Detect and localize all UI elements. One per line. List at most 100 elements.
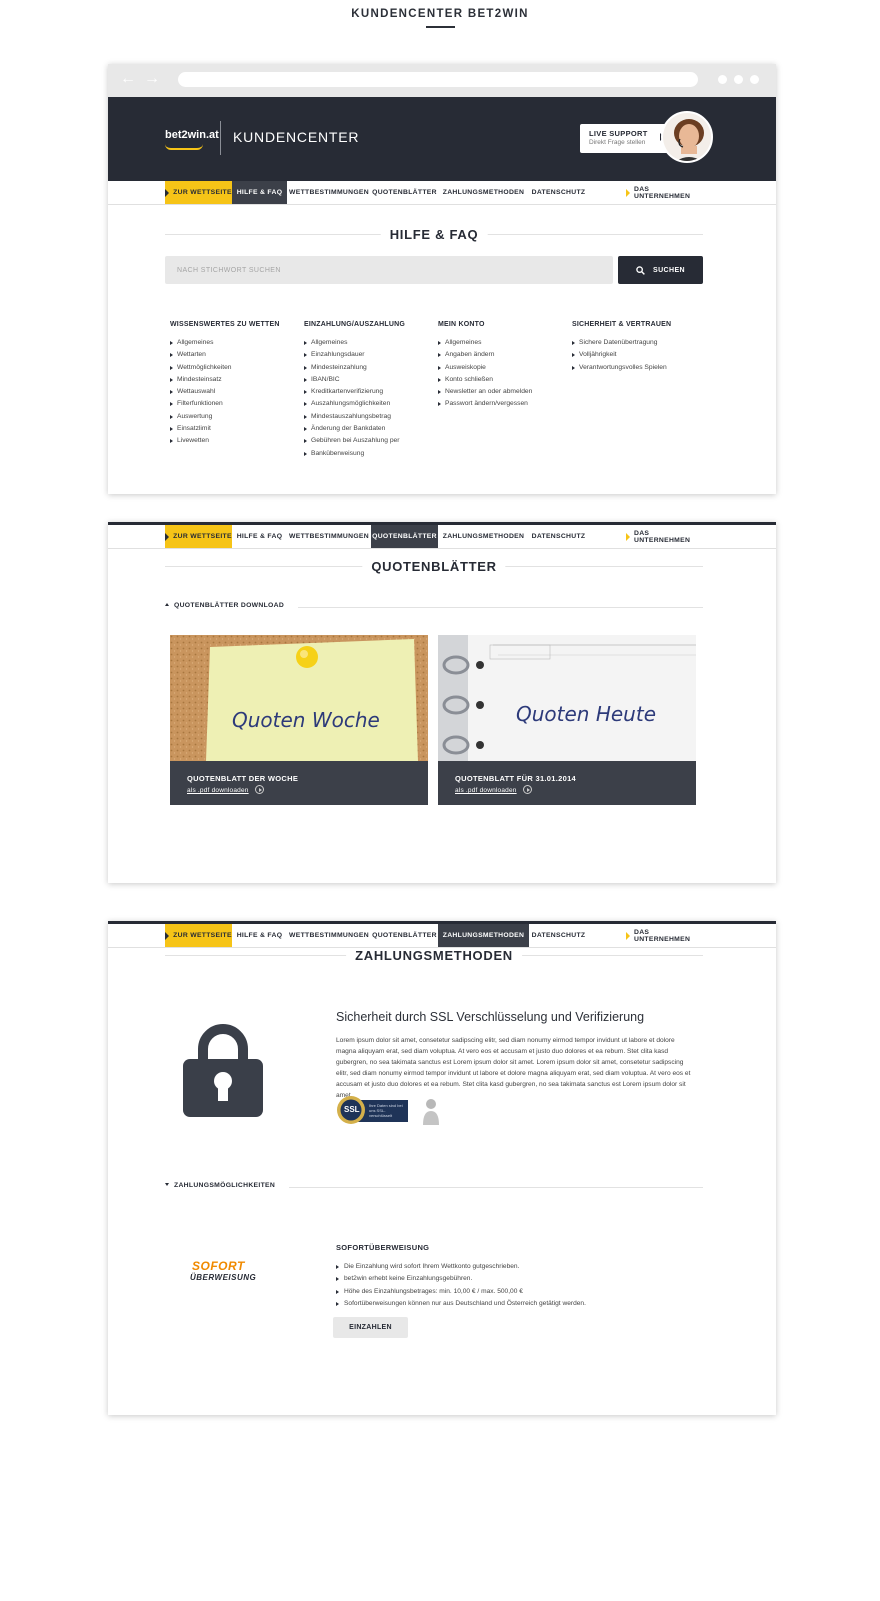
quoten-heading: QUOTENBLÄTTER bbox=[165, 559, 703, 574]
faq-link[interactable]: Banküberweisung bbox=[304, 448, 405, 460]
quoten-download-subheading[interactable]: QUOTENBLÄTTER DOWNLOAD bbox=[165, 602, 703, 612]
faq-link[interactable]: Allgemeines bbox=[438, 337, 532, 349]
nav-wettbestimmungen[interactable]: WETTBESTIMMUNGEN bbox=[287, 181, 371, 204]
faq-link[interactable]: Allgemeines bbox=[304, 337, 405, 349]
pdf-download-link[interactable]: als .pdf downloaden bbox=[187, 785, 264, 794]
faq-link[interactable]: Verantwortungsvolles Spielen bbox=[572, 362, 671, 374]
faq-link[interactable]: Auszahlungsmöglichkeiten bbox=[304, 398, 405, 410]
faq-link[interactable]: Angaben ändern bbox=[438, 349, 532, 361]
ssl-description: Lorem ipsum dolor sit amet, consetetur s… bbox=[336, 1037, 691, 1099]
faq-link[interactable]: Allgemeines bbox=[170, 337, 280, 349]
svg-text:Quoten Woche: Quoten Woche bbox=[232, 708, 380, 732]
nav-quotenblaetter[interactable]: QUOTENBLÄTTER bbox=[371, 525, 438, 548]
faq-link[interactable]: IBAN/BIC bbox=[304, 374, 405, 386]
nav-das-unternehmen[interactable]: DAS UNTERNEHMEN bbox=[626, 525, 704, 548]
play-icon bbox=[626, 931, 630, 940]
nav-zahlungsmethoden[interactable]: ZAHLUNGSMETHODEN bbox=[438, 525, 529, 548]
quotenblatt-heute-card[interactable]: Quoten Heute QUOTENBLATT FÜR 31.01.2014 … bbox=[438, 635, 696, 805]
search-icon bbox=[636, 265, 645, 275]
nav-datenschutz[interactable]: DATENSCHUTZ bbox=[529, 525, 588, 548]
faq-link[interactable]: Passwort ändern/vergessen bbox=[438, 398, 532, 410]
faq-link[interactable]: Gebühren bei Auszahlung per bbox=[304, 435, 405, 447]
nav-das-unternehmen[interactable]: DAS UNTERNEHMEN bbox=[626, 181, 704, 204]
faq-column-einzahlung: EINZAHLUNG/AUSZAHLUNG Allgemeines Einzah… bbox=[304, 321, 405, 460]
faq-link[interactable]: Sichere Datenübertragung bbox=[572, 337, 671, 349]
nav-zur-wettseite[interactable]: ZUR WETTSEITE bbox=[165, 525, 232, 548]
lock-icon bbox=[183, 1024, 263, 1117]
einzahlen-button[interactable]: EINZAHLEN bbox=[333, 1317, 408, 1338]
nav-zahlungsmethoden[interactable]: ZAHLUNGSMETHODEN bbox=[438, 924, 529, 947]
faq-link[interactable]: Konto schließen bbox=[438, 374, 532, 386]
play-icon bbox=[626, 532, 630, 541]
browser-frame-quotenblaetter: ZUR WETTSEITE HILFE & FAQ WETTBESTIMMUNG… bbox=[108, 522, 776, 883]
faq-link[interactable]: Livewetten bbox=[170, 435, 280, 447]
window-dot-icon[interactable] bbox=[734, 75, 743, 84]
faq-link[interactable]: Wettmöglichkeiten bbox=[170, 362, 280, 374]
support-agent-avatar[interactable] bbox=[661, 111, 713, 163]
faq-link[interactable]: Filterfunktionen bbox=[170, 398, 280, 410]
nav-hilfe-faq[interactable]: HILFE & FAQ bbox=[232, 924, 287, 947]
play-icon bbox=[165, 188, 170, 197]
faq-heading: HILFE & FAQ bbox=[165, 227, 703, 242]
nav-zur-wettseite[interactable]: ZUR WETTSEITE bbox=[165, 924, 232, 947]
list-item: Die Einzahlung wird sofort Ihrem Wettkon… bbox=[336, 1261, 586, 1273]
nav-das-unternehmen[interactable]: DAS UNTERNEHMEN bbox=[626, 924, 704, 947]
nav-wettbestimmungen[interactable]: WETTBESTIMMUNGEN bbox=[287, 924, 371, 947]
logo-swoosh bbox=[165, 144, 203, 150]
card-title: QUOTENBLATT DER WOCHE bbox=[187, 774, 299, 783]
main-nav: ZUR WETTSEITE HILFE & FAQ WETTBESTIMMUNG… bbox=[108, 522, 776, 549]
pdf-download-link[interactable]: als .pdf downloaden bbox=[455, 785, 532, 794]
search-button[interactable]: SUCHEN bbox=[618, 256, 703, 284]
header-title: KUNDENCENTER bbox=[233, 129, 360, 145]
browser-chrome: ← → bbox=[108, 64, 776, 97]
nav-zur-wettseite[interactable]: ZUR WETTSEITE bbox=[165, 181, 232, 204]
faq-link[interactable]: Volljährigkeit bbox=[572, 349, 671, 361]
arrow-circle-icon bbox=[522, 785, 532, 794]
faq-link[interactable]: Auswertung bbox=[170, 411, 280, 423]
window-dot-icon[interactable] bbox=[718, 75, 727, 84]
zahlungsmoeglichkeiten-subheading[interactable]: ZAHLUNGSMÖGLICHKEITEN bbox=[165, 1182, 703, 1192]
site-header: bet2win.at KUNDENCENTER LIVE SUPPORT Dir… bbox=[108, 97, 776, 181]
list-item: bet2win erhebt keine Einzahlungsgebühren… bbox=[336, 1273, 586, 1285]
play-icon bbox=[626, 188, 630, 197]
forward-arrow-icon[interactable]: → bbox=[144, 71, 160, 87]
nav-datenschutz[interactable]: DATENSCHUTZ bbox=[529, 924, 588, 947]
faq-link[interactable]: Ausweiskopie bbox=[438, 362, 532, 374]
page-title: KUNDENCENTER BET2WIN bbox=[351, 8, 529, 20]
faq-link[interactable]: Einzahlungsdauer bbox=[304, 349, 405, 361]
nav-datenschutz[interactable]: DATENSCHUTZ bbox=[529, 181, 588, 204]
back-arrow-icon[interactable]: ← bbox=[120, 71, 136, 87]
cork-note-image: Quoten Woche bbox=[170, 635, 428, 761]
faq-column-title: WISSENSWERTES ZU WETTEN bbox=[170, 321, 280, 328]
sofort-heading: SOFORTÜBERWEISUNG bbox=[336, 1243, 430, 1252]
search-input[interactable] bbox=[165, 256, 613, 284]
quotenblatt-woche-card[interactable]: Quoten Woche QUOTENBLATT DER WOCHE als .… bbox=[170, 635, 428, 805]
faq-link[interactable]: Einsatzlimit bbox=[170, 423, 280, 435]
faq-link[interactable]: Änderung der Bankdaten bbox=[304, 423, 405, 435]
sofort-info-list: Die Einzahlung wird sofort Ihrem Wettkon… bbox=[336, 1261, 586, 1310]
nav-wettbestimmungen[interactable]: WETTBESTIMMUNGEN bbox=[287, 525, 371, 548]
faq-link[interactable]: Newsletter an oder abmelden bbox=[438, 386, 532, 398]
nav-quotenblaetter[interactable]: QUOTENBLÄTTER bbox=[371, 181, 438, 204]
faq-link[interactable]: Wettarten bbox=[170, 349, 280, 361]
faq-link[interactable]: Mindestauszahlungsbetrag bbox=[304, 411, 405, 423]
title-underline bbox=[426, 26, 455, 28]
faq-column-sicherheit: SICHERHEIT & VERTRAUEN Sichere Datenüber… bbox=[572, 321, 671, 374]
nav-hilfe-faq[interactable]: HILFE & FAQ bbox=[232, 525, 287, 548]
window-dot-icon[interactable] bbox=[750, 75, 759, 84]
nav-quotenblaetter[interactable]: QUOTENBLÄTTER bbox=[371, 924, 438, 947]
caret-up-icon bbox=[165, 603, 169, 606]
faq-link[interactable]: Mindesteinsatz bbox=[170, 374, 280, 386]
faq-link[interactable]: Wettauswahl bbox=[170, 386, 280, 398]
faq-link[interactable]: Mindesteinzahlung bbox=[304, 362, 405, 374]
ssl-heading: Sicherheit durch SSL Verschlüsselung und… bbox=[336, 1010, 645, 1024]
bet2win-logo[interactable]: bet2win.at bbox=[165, 129, 219, 141]
faq-column-wetten: WISSENSWERTES ZU WETTEN Allgemeines Wett… bbox=[170, 321, 280, 448]
nav-hilfe-faq[interactable]: HILFE & FAQ bbox=[232, 181, 287, 204]
live-support-button[interactable]: LIVE SUPPORT Direkt Frage stellen bbox=[580, 124, 672, 153]
nav-zahlungsmethoden[interactable]: ZAHLUNGSMETHODEN bbox=[438, 181, 529, 204]
support-subtitle: Direkt Frage stellen bbox=[589, 139, 646, 146]
address-bar[interactable] bbox=[178, 72, 698, 87]
faq-link[interactable]: Kreditkartenverifizierung bbox=[304, 386, 405, 398]
binder-page-image: Quoten Heute bbox=[438, 635, 696, 761]
